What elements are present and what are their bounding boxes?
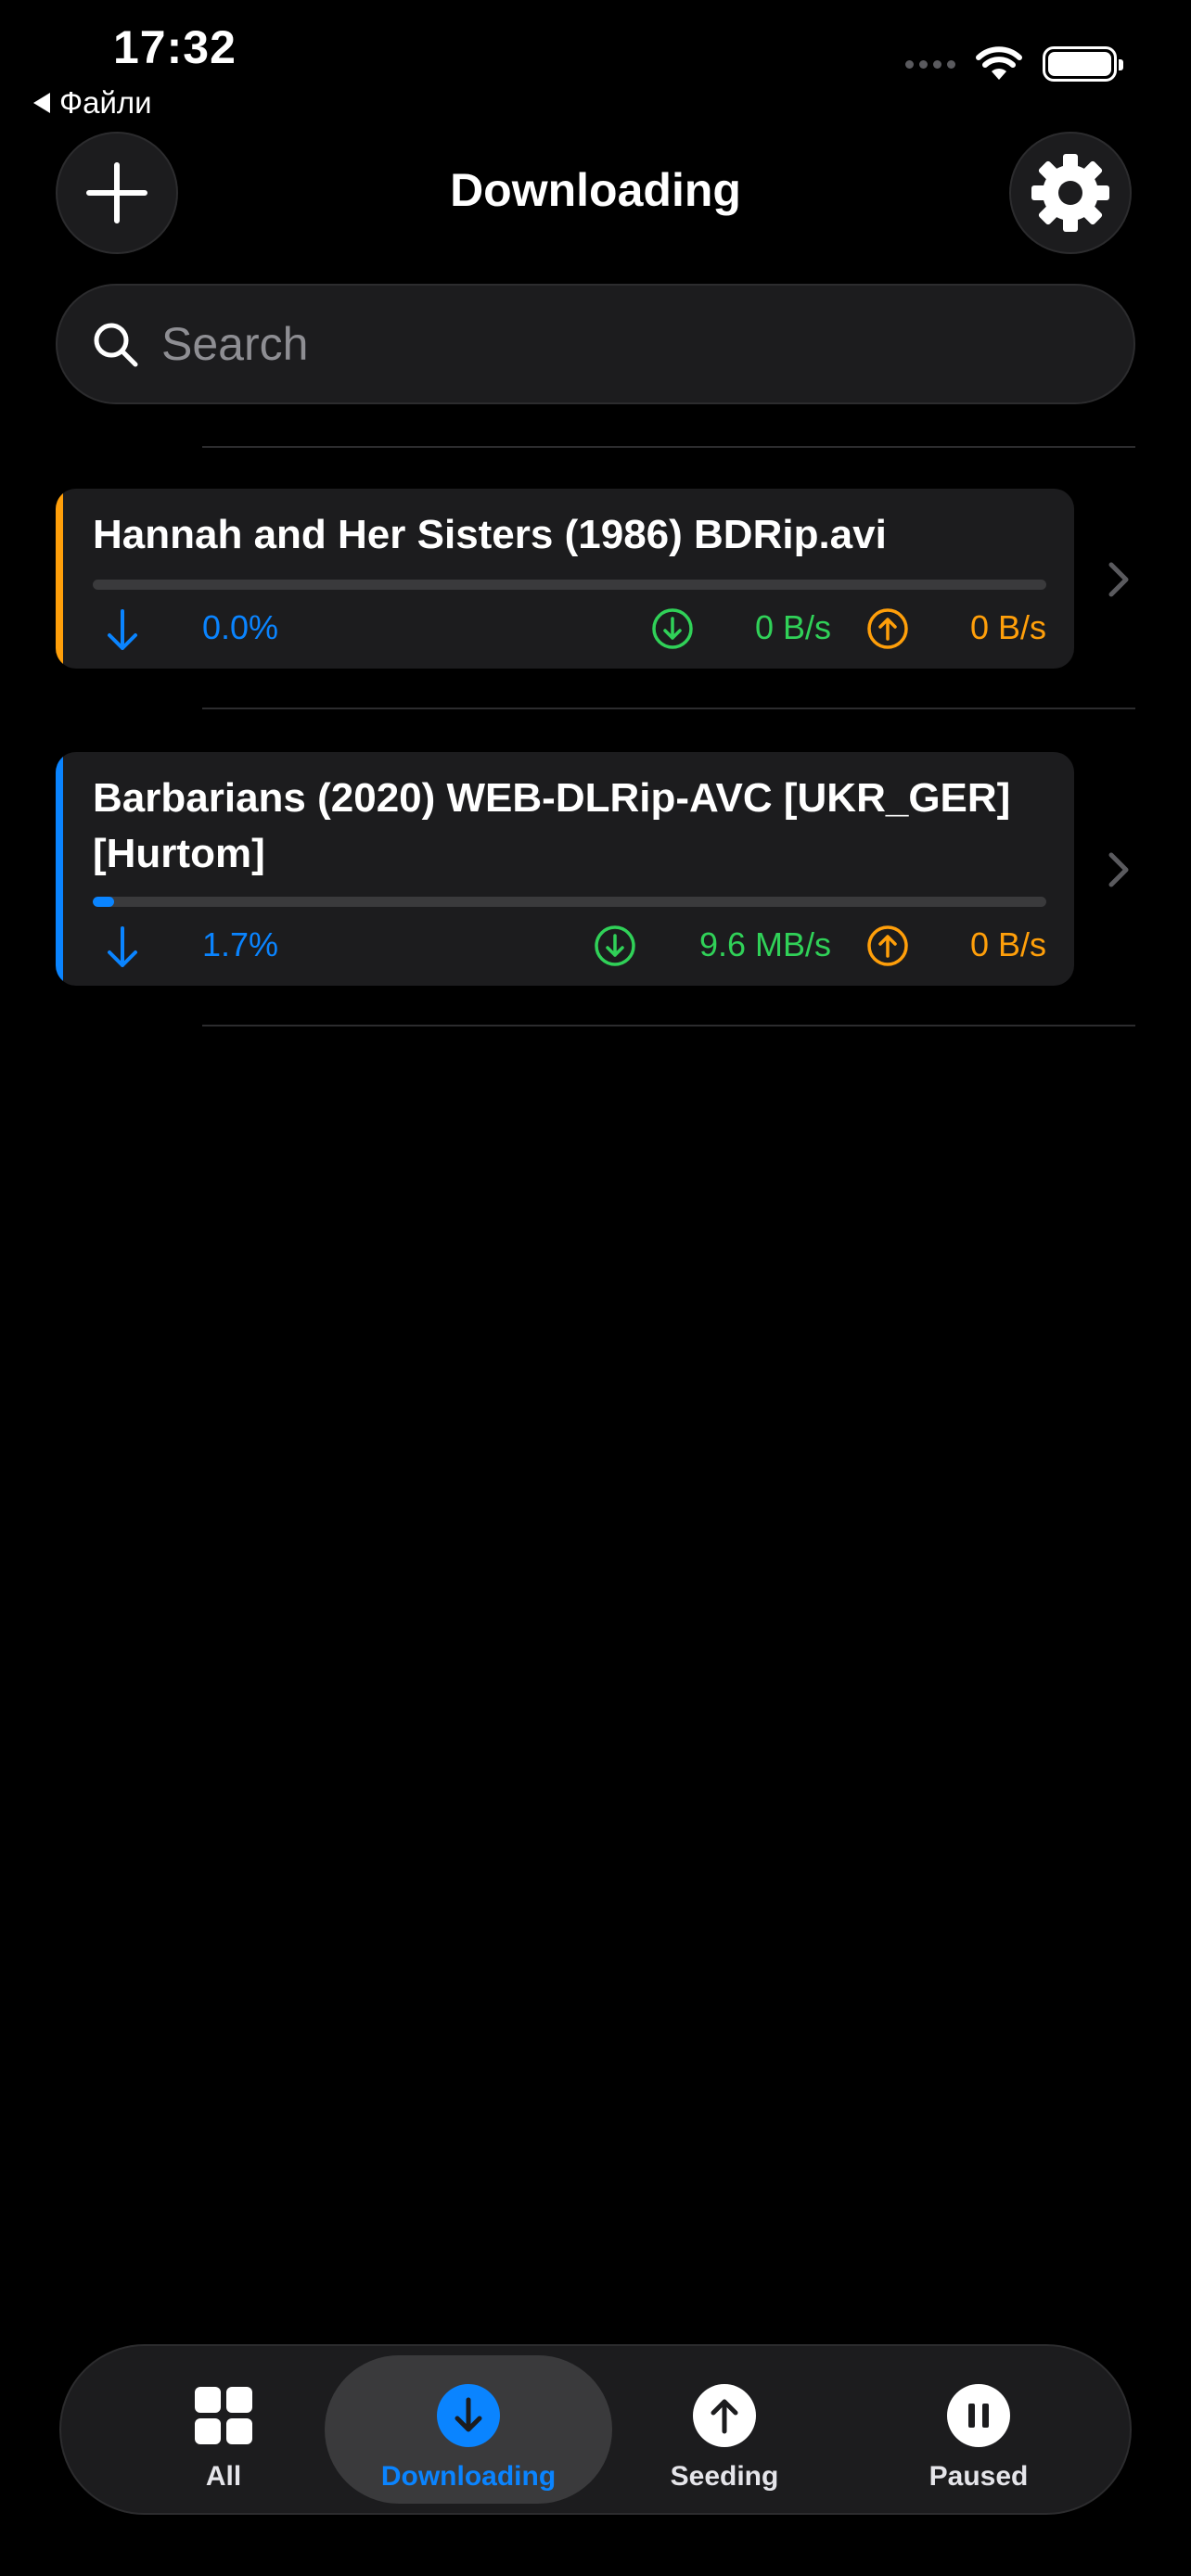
torrent-name: Barbarians (2020) WEB-DLRip-AVC [UKR_GER… (93, 775, 1011, 876)
torrent-progress-percent: 0.0% (202, 608, 279, 646)
upload-rate-icon (867, 925, 908, 966)
tab-downloading[interactable]: Downloading (325, 2355, 612, 2504)
search-input[interactable] (161, 317, 996, 371)
tab-label: Downloading (380, 2461, 557, 2492)
torrent-progress-percent: 1.7% (202, 925, 279, 963)
tab-label: Seeding (670, 2461, 779, 2492)
tab-label: Paused (928, 2461, 1029, 2492)
pause-circle-icon (946, 2383, 1011, 2448)
arrow-up-circle-icon (692, 2383, 757, 2448)
wifi-icon (976, 46, 1022, 80)
battery-icon (1043, 46, 1123, 82)
torrent-stats: 0.0% 0 B/s 0 B/s (56, 600, 1074, 656)
grid-icon (191, 2383, 256, 2448)
back-triangle-icon (33, 93, 50, 113)
download-rate: 9.6 MB/s (698, 925, 831, 963)
torrent-stats: 1.7% 9.6 MB/s 0 B/s (56, 917, 1074, 973)
cellular-signal-icon (905, 59, 955, 69)
chevron-right-icon[interactable] (1106, 849, 1132, 890)
status-time: 17:32 (113, 21, 237, 73)
back-to-app-link[interactable]: Файли (33, 85, 152, 121)
settings-button[interactable] (1009, 132, 1132, 254)
arrow-down-circle-icon (436, 2383, 501, 2448)
upload-rate: 0 B/s (969, 925, 1046, 963)
tab-label: All (205, 2461, 242, 2492)
back-link-label: Файли (59, 85, 152, 120)
torrent-row[interactable]: Hannah and Her Sisters (1986) BDRip.avi … (56, 489, 1074, 669)
torrent-progress-bar (93, 897, 1046, 907)
gear-icon (1031, 154, 1109, 232)
list-separator (202, 446, 1135, 448)
torrent-row[interactable]: Barbarians (2020) WEB-DLRip-AVC [UKR_GER… (56, 752, 1074, 986)
list-separator (202, 708, 1135, 709)
upload-rate-icon (867, 608, 908, 649)
download-rate-icon (652, 608, 693, 649)
chevron-right-icon[interactable] (1106, 559, 1132, 600)
arrow-down-icon (108, 609, 137, 650)
upload-rate: 0 B/s (969, 608, 1046, 646)
download-rate-icon (595, 925, 635, 966)
status-indicators (905, 46, 1123, 82)
torrent-name: Hannah and Her Sisters (1986) BDRip.avi (93, 512, 887, 557)
search-bar[interactable] (56, 284, 1135, 404)
torrent-progress-bar (93, 580, 1046, 590)
search-icon (94, 323, 138, 367)
tab-seeding[interactable]: Seeding (581, 2355, 868, 2504)
list-separator (202, 1025, 1135, 1027)
download-rate: 0 B/s (754, 608, 831, 646)
arrow-down-icon (108, 926, 137, 967)
torrent-progress-fill (93, 897, 114, 907)
tab-bar: All Downloading Seeding Paused (59, 2344, 1132, 2515)
tab-paused[interactable]: Paused (835, 2355, 1122, 2504)
